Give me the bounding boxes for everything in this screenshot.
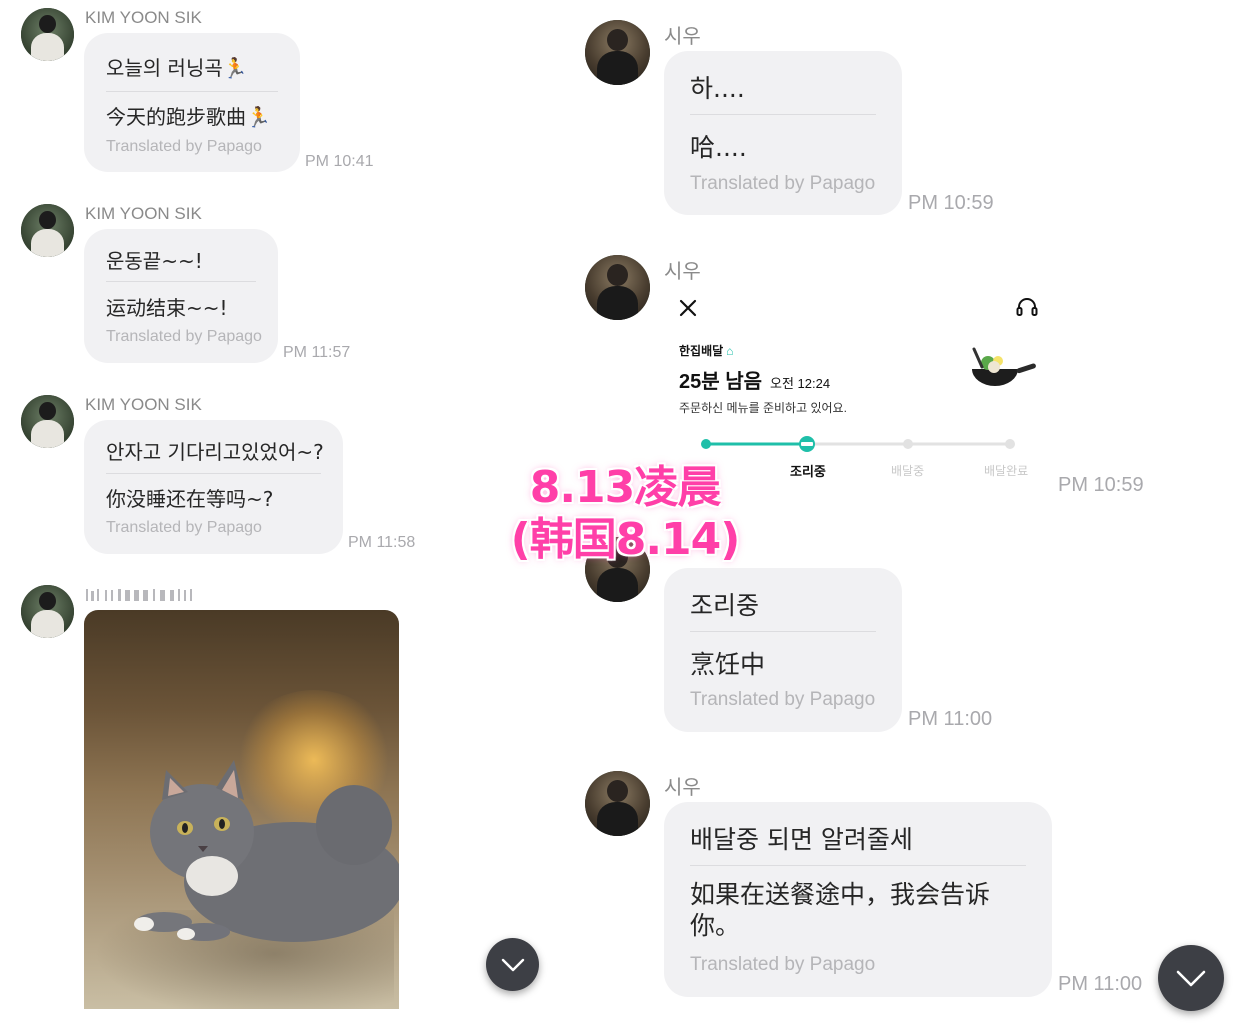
delivery-service: 한집배달 ⌂ bbox=[679, 344, 734, 358]
scroll-to-bottom-button[interactable] bbox=[1158, 945, 1224, 1011]
message-translation: 哈.... bbox=[690, 133, 747, 162]
message-original: 배달중 되면 알려줄세 bbox=[690, 825, 913, 854]
translation-credit: Translated by Papago bbox=[690, 689, 876, 710]
message-bubble[interactable]: 배달중 되면 알려줄세 如果在送餐途中，我会告诉 你。 Translated b… bbox=[664, 802, 1052, 997]
wok-icon bbox=[972, 347, 1036, 386]
step-label: 배달완료 bbox=[984, 464, 1029, 478]
message-translation: 烹饪中 bbox=[690, 650, 766, 679]
chevron-down-icon bbox=[1176, 970, 1206, 986]
close-icon[interactable] bbox=[679, 299, 697, 317]
sender-avatar[interactable] bbox=[21, 204, 74, 257]
sender-name: KIM YOON SIK bbox=[85, 8, 202, 27]
message-time: PM 11:57 bbox=[283, 344, 351, 361]
cat-photo[interactable] bbox=[84, 610, 399, 1009]
message-bubble[interactable]: 안자고 기다리고있었어~? 你没睡还在等吗~? Translated by Pa… bbox=[84, 420, 343, 554]
message-bubble[interactable]: 하.... 哈.... Translated by Papago bbox=[664, 51, 902, 215]
message-translation: 今天的跑步歌曲🏃 bbox=[106, 105, 271, 129]
translation-credit: Translated by Papago bbox=[106, 519, 262, 536]
message-bubble[interactable]: 오늘의 러닝곡🏃 今天的跑步歌曲🏃 Translated by Papago bbox=[84, 33, 300, 172]
message-original: 조리중 bbox=[690, 591, 760, 620]
sender-name: 시우 bbox=[664, 26, 701, 48]
delivery-progress bbox=[701, 436, 1015, 452]
cat-icon bbox=[134, 760, 399, 942]
sender-avatar[interactable] bbox=[585, 20, 650, 85]
status-message: 주문하신 메뉴를 준비하고 있어요. bbox=[679, 401, 847, 415]
remaining-time: 25분 남음 bbox=[679, 371, 763, 393]
message-translation: 你没睡还在等吗~? bbox=[106, 487, 274, 511]
sender-avatar[interactable] bbox=[21, 395, 74, 448]
sender-avatar[interactable] bbox=[585, 771, 650, 836]
message-original: 하.... bbox=[690, 74, 745, 103]
home-icon: ⌂ bbox=[726, 344, 734, 358]
chevron-down-icon bbox=[501, 958, 524, 971]
divider bbox=[106, 281, 256, 282]
message-original: 안자고 기다리고있었어~? bbox=[106, 440, 324, 464]
sender-avatar[interactable] bbox=[585, 255, 650, 320]
divider bbox=[690, 114, 876, 115]
message-original: 운동끝~~! bbox=[106, 249, 203, 273]
message-time: PM 11:58 bbox=[348, 534, 416, 551]
message-time: PM 11:00 bbox=[1058, 973, 1143, 995]
sender-name-cropped bbox=[85, 586, 197, 602]
translation-credit: Translated by Papago bbox=[106, 138, 262, 155]
step-label: 배달중 bbox=[891, 464, 925, 478]
overlay-line-1: 8.13凌晨 bbox=[529, 462, 722, 513]
message-time: PM 10:59 bbox=[1058, 474, 1144, 496]
step-label-active: 조리중 bbox=[790, 464, 826, 479]
sender-name: KIM YOON SIK bbox=[85, 204, 202, 223]
divider bbox=[106, 473, 321, 474]
sender-name: 시우 bbox=[664, 777, 701, 799]
message-translation: 运动结束~~! bbox=[106, 296, 228, 320]
overlay-line-2: (韩国8.14) bbox=[510, 514, 741, 565]
translation-credit: Translated by Papago bbox=[106, 328, 262, 345]
message-time: PM 11:00 bbox=[908, 708, 993, 730]
divider bbox=[690, 865, 1026, 866]
sender-avatar[interactable] bbox=[21, 8, 74, 61]
headset-icon[interactable] bbox=[1015, 297, 1039, 319]
message-bubble[interactable]: 조리중 烹饪中 Translated by Papago bbox=[664, 568, 902, 732]
message-translation: 如果在送餐途中，我会告诉 你。 bbox=[690, 880, 991, 940]
divider bbox=[690, 631, 876, 632]
eta-time: 오전 12:24 bbox=[770, 376, 831, 391]
message-time: PM 10:59 bbox=[908, 192, 994, 214]
translation-credit: Translated by Papago bbox=[690, 173, 876, 194]
date-overlay-caption: 8.13凌晨 (韩国8.14) bbox=[500, 462, 750, 566]
sender-name: KIM YOON SIK bbox=[85, 395, 202, 414]
sender-name: 시우 bbox=[664, 261, 701, 283]
message-time: PM 10:41 bbox=[305, 153, 374, 170]
divider bbox=[106, 91, 278, 92]
scroll-to-bottom-button[interactable] bbox=[486, 938, 539, 991]
sender-avatar[interactable] bbox=[21, 585, 74, 638]
translation-credit: Translated by Papago bbox=[690, 954, 876, 975]
message-bubble[interactable]: 운동끝~~! 运动结束~~! Translated by Papago bbox=[84, 229, 278, 363]
message-original: 오늘의 러닝곡🏃 bbox=[106, 56, 248, 80]
